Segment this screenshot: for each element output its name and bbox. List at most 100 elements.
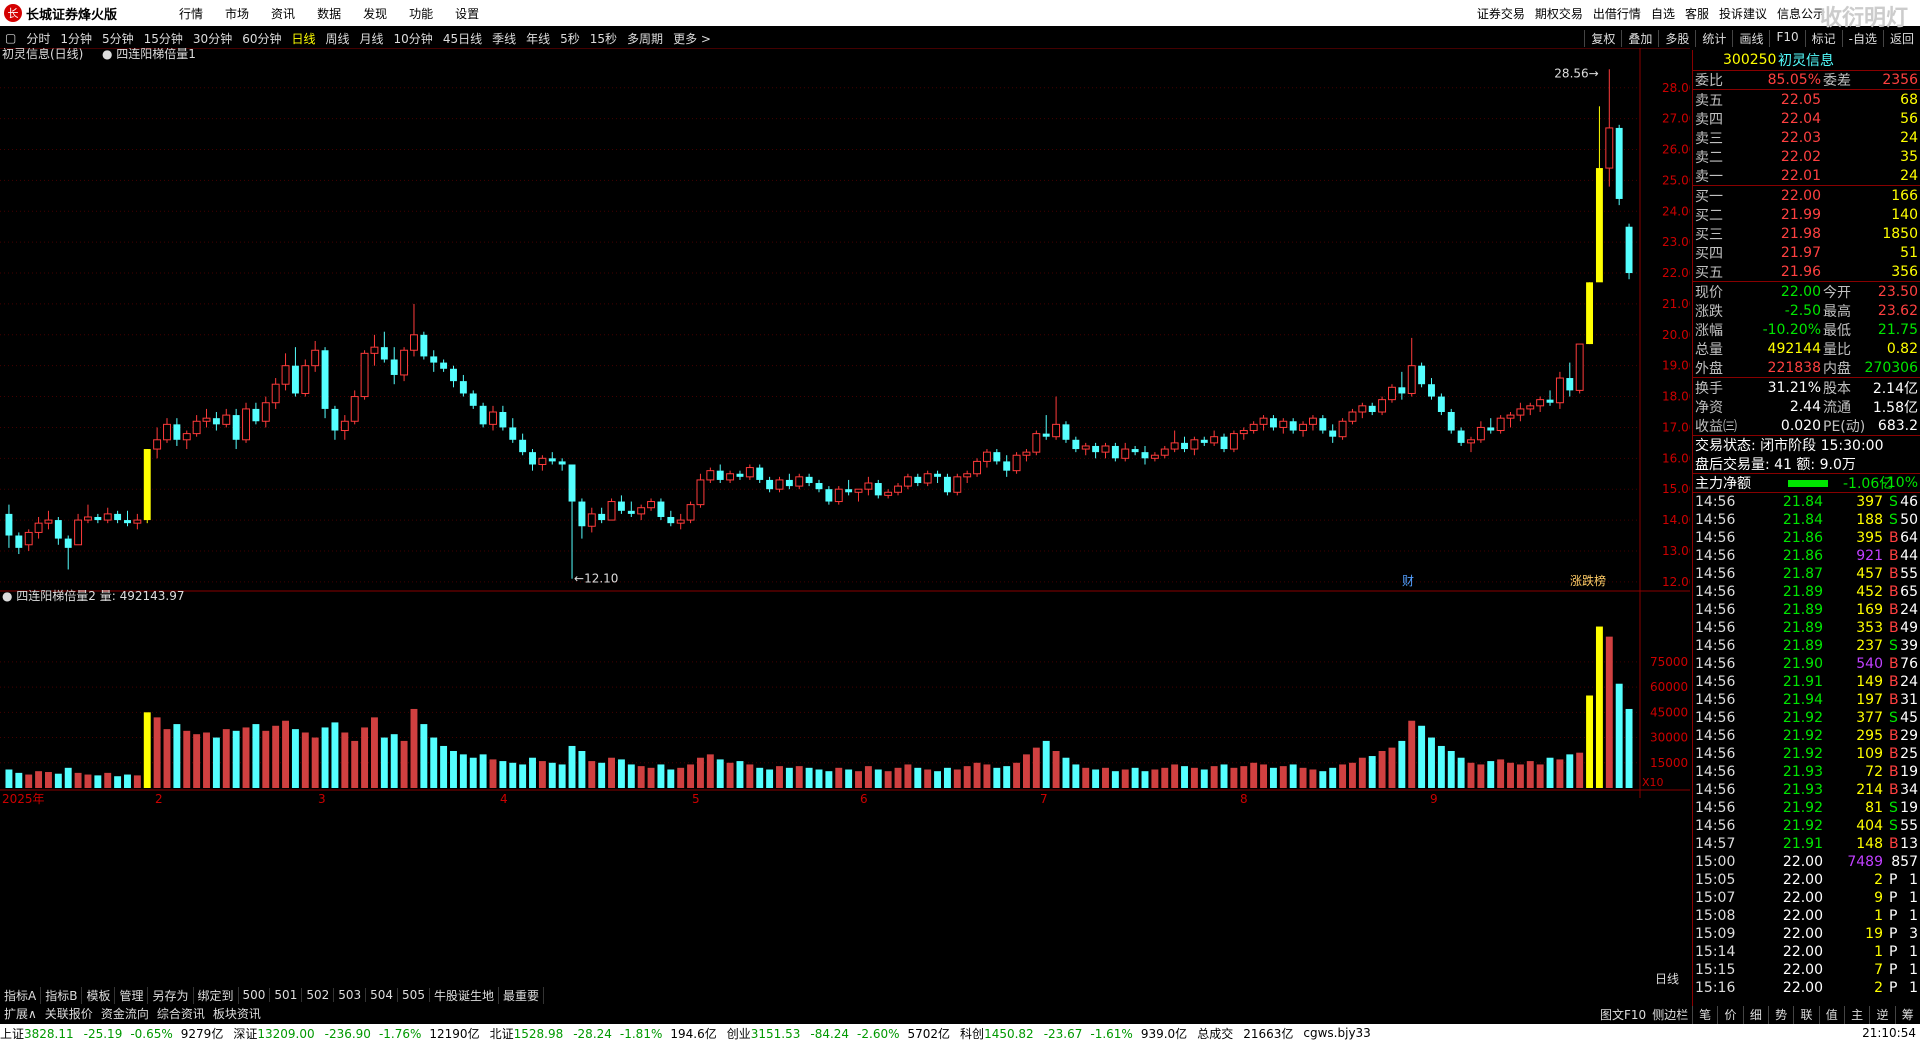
index-kc[interactable]: 科创1450.82 -23.67 -1.61% 939.0亿 — [960, 1025, 1187, 1042]
candle-body — [1536, 399, 1545, 407]
volume-bar — [598, 762, 606, 788]
period-tab[interactable]: 45日线 — [438, 30, 487, 47]
period-tab[interactable]: 季线 — [487, 30, 521, 47]
rank-marker[interactable]: 涨跌榜 — [1570, 573, 1606, 588]
indicator-tab[interactable]: 管理 — [115, 986, 149, 1004]
right-menu-item[interactable]: 客服 — [1685, 5, 1709, 22]
stat-value: 31.21% — [1767, 379, 1821, 396]
volume-bar — [1200, 769, 1208, 788]
period-tab[interactable]: 年线 — [521, 30, 555, 47]
mini-tab[interactable]: 势 — [1767, 1006, 1793, 1024]
mini-tab[interactable]: 逆 — [1869, 1006, 1894, 1024]
period-tab[interactable]: 日线 — [286, 30, 320, 47]
right-menu-item[interactable]: 证券交易 — [1477, 5, 1525, 22]
extension-tab[interactable]: 资金流向 — [97, 1005, 153, 1022]
candle-body — [795, 476, 804, 487]
period-tab[interactable]: 30分钟 — [188, 30, 237, 47]
mini-tab[interactable]: 细 — [1742, 1006, 1768, 1024]
candle-body — [1131, 449, 1139, 453]
period-tab[interactable]: 月线 — [355, 30, 389, 47]
index-sz[interactable]: 深证13209.00 -236.90 -1.76% 12190亿 — [233, 1025, 479, 1042]
period-tab[interactable]: 15秒 — [585, 30, 622, 47]
right-menu-item[interactable]: 期权交易 — [1535, 5, 1583, 22]
extension-tab[interactable]: 关联报价 — [41, 1005, 97, 1022]
index-sh[interactable]: 上证3828.11 -25.19 -0.65% 9279亿 — [0, 1025, 223, 1042]
right-menu-item[interactable]: 出借行情 — [1593, 5, 1641, 22]
mini-tab[interactable]: 笔 — [1692, 1006, 1717, 1024]
volume-bar — [1279, 766, 1287, 788]
kline-chart[interactable]: 12.00 13.00 14.00 15.00 16.00 17.00 18.00 19.00… — [0, 48, 1690, 978]
period-tab[interactable]: 5分钟 — [97, 30, 139, 47]
menu-item[interactable]: 数据 — [317, 5, 341, 22]
toolbar-button[interactable]: 复权 — [1584, 29, 1621, 47]
indicator-tab[interactable]: 503 — [334, 988, 367, 1002]
menu-item[interactable]: 设置 — [455, 5, 479, 22]
mini-tab[interactable]: 值 — [1818, 1006, 1844, 1024]
right-menu-item[interactable]: 投诉建议 — [1719, 5, 1767, 22]
right-menu-item[interactable]: 自选 — [1651, 5, 1675, 22]
index-bz[interactable]: 北证1528.98 -28.24 -1.81% 194.6亿 — [490, 1025, 717, 1042]
tick-time: 14:56 — [1695, 494, 1736, 510]
index-cy[interactable]: 创业3151.53 -84.24 -2.60% 5702亿 — [727, 1025, 950, 1042]
indicator-tab[interactable]: 另存为 — [148, 986, 194, 1004]
period-tab[interactable]: 10分钟 — [389, 30, 438, 47]
mini-tab[interactable]: 主 — [1843, 1006, 1869, 1024]
menu-item[interactable]: 行情 — [179, 5, 203, 22]
main-flow-row[interactable]: 主力净额 -1.06亿 -10% — [1693, 473, 1920, 492]
mini-tab[interactable]: 筹 — [1894, 1006, 1920, 1024]
indicator-tab[interactable]: 牛股诞生地 — [430, 986, 499, 1004]
indicator-tab[interactable]: 505 — [398, 988, 430, 1002]
toolbar-button[interactable]: 标记 — [1804, 29, 1842, 47]
mini-tab[interactable]: 联 — [1793, 1006, 1818, 1024]
period-tab[interactable]: 更多 > — [668, 30, 716, 47]
period-tab[interactable]: 分时 — [21, 30, 55, 47]
indicator-tab[interactable]: 500 — [239, 988, 271, 1002]
tick-time: 14:56 — [1695, 512, 1736, 528]
volume-bar — [1220, 764, 1228, 788]
indicator-tab[interactable]: 504 — [366, 988, 399, 1002]
indicator-tab[interactable]: 模板 — [82, 986, 116, 1004]
indicator-tab[interactable]: 502 — [302, 988, 335, 1002]
finance-marker[interactable]: 财 — [1402, 574, 1414, 588]
indicator-tab[interactable]: 指标A — [0, 986, 42, 1004]
period-tab[interactable]: 多周期 — [622, 30, 668, 47]
bottom-right-button[interactable]: 图文F10 — [1600, 1006, 1646, 1023]
volume-bar — [35, 771, 43, 788]
period-tab[interactable]: 60分钟 — [237, 30, 286, 47]
mini-tab[interactable]: 价 — [1717, 1006, 1742, 1024]
index-amount: 5702亿 — [907, 1026, 951, 1041]
indicator-tab[interactable]: 绑定到 — [194, 986, 239, 1004]
period-tab[interactable]: 5秒 — [555, 30, 585, 47]
period-label: 日线 — [1655, 972, 1680, 986]
menu-item[interactable]: 发现 — [363, 5, 387, 22]
menu-item[interactable]: 资讯 — [271, 5, 295, 22]
stat-value-2: 1.58亿 — [1872, 399, 1918, 416]
toolbar-button[interactable]: 叠加 — [1621, 29, 1658, 47]
toolbar-button[interactable]: 多股 — [1658, 29, 1695, 47]
toolbar-button[interactable]: F10 — [1769, 29, 1804, 47]
volume-bar — [1032, 747, 1040, 788]
menu-item[interactable]: 功能 — [409, 5, 433, 22]
period-tab[interactable]: 1分钟 — [55, 30, 97, 47]
toolbar-button[interactable]: 统计 — [1695, 29, 1732, 47]
bottom-right-button[interactable]: 侧边栏 — [1652, 1006, 1688, 1023]
tick-row: 15:07 22.00 9 P 1 — [1693, 889, 1920, 907]
volume-bar — [904, 764, 912, 788]
menu-item[interactable]: 市场 — [225, 5, 249, 22]
indicator-tab[interactable]: 501 — [270, 988, 303, 1002]
toolbar-button[interactable]: 画线 — [1732, 29, 1769, 47]
extension-tab[interactable]: 板块资讯 — [209, 1005, 265, 1022]
extension-tab[interactable]: 综合资讯 — [153, 1005, 209, 1022]
stat-label-2: 最高 — [1823, 303, 1851, 320]
candle-body — [94, 516, 102, 521]
indicator-tab[interactable]: 指标B — [41, 986, 83, 1004]
tick-list[interactable]: 14:56 21.84 397 S 46 14:56 21.84 188 S 50 14:56 21.… — [1693, 492, 1920, 997]
period-tab[interactable]: 周线 — [321, 30, 355, 47]
toolbar-button[interactable]: -自选 — [1841, 29, 1883, 47]
toolbar-button[interactable]: 返回 — [1882, 29, 1920, 47]
right-menu-item[interactable]: 信息公示 — [1777, 5, 1825, 22]
extension-tab[interactable]: 扩展∧ — [0, 1005, 41, 1022]
indicator-tab[interactable]: 最重要 — [499, 986, 544, 1004]
period-tab[interactable]: 15分钟 — [139, 30, 188, 47]
layout-toggle-icon[interactable]: ▢ — [0, 31, 21, 45]
